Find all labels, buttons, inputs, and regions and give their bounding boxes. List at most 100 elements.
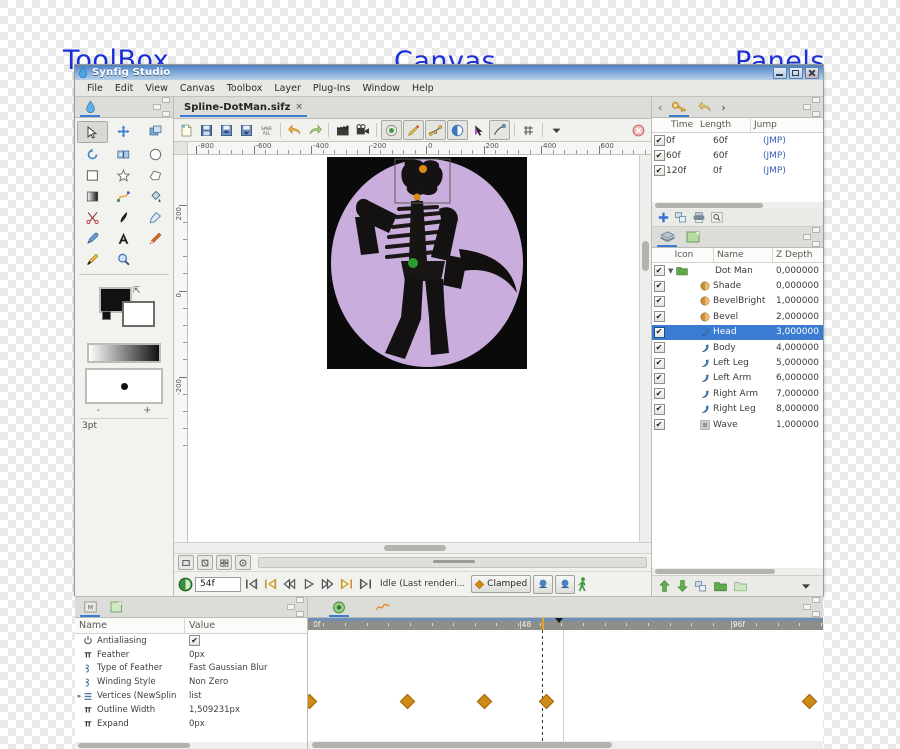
scrollbar-thumb[interactable]	[655, 203, 763, 208]
layer-enabled-checkbox[interactable]: ✔	[653, 357, 665, 369]
circle-tool[interactable]	[140, 144, 171, 164]
snap-toggle[interactable]	[403, 120, 424, 140]
time-cursor[interactable]	[542, 618, 545, 630]
menu-edit[interactable]: Edit	[109, 82, 139, 95]
transform-tool[interactable]	[77, 121, 108, 143]
param-row[interactable]: Type of Feather Fast Gaussian Blur	[75, 662, 307, 676]
layer-row[interactable]: ✔ Head 3,000000	[652, 324, 823, 340]
cutout-tool[interactable]	[77, 207, 108, 227]
layer-enabled-checkbox[interactable]: ✔	[653, 372, 665, 384]
panel-grip[interactable]	[803, 597, 821, 617]
document-tab[interactable]: Spline-DotMan.sifz ×	[178, 100, 309, 117]
param-row[interactable]: Expand 0px	[75, 717, 307, 731]
canvas-horizontal-scrollbar[interactable]	[174, 542, 651, 553]
menu-window[interactable]: Window	[356, 82, 405, 95]
eyedropper-tool[interactable]	[77, 228, 108, 248]
layer-row[interactable]: ✔ Shade 0,000000	[652, 278, 823, 293]
swap-colors-icon[interactable]: ⇱	[133, 286, 141, 296]
fill-tool[interactable]	[140, 186, 171, 206]
keyframe-jump-link[interactable]: (JMP)	[763, 151, 786, 161]
group-layer-icon[interactable]	[714, 581, 727, 592]
param-checkbox[interactable]: ✔	[189, 635, 200, 647]
show-grid-toggle[interactable]	[381, 120, 402, 140]
time-caret-icon[interactable]	[555, 618, 564, 623]
keyframes-hscrollbar[interactable]	[652, 202, 823, 209]
default-colors-icon[interactable]	[102, 311, 111, 320]
render-in-background-toggle[interactable]	[533, 574, 554, 594]
brush-size-field[interactable]: 3pt	[79, 418, 169, 433]
param-row[interactable]: Feather 0px	[75, 648, 307, 662]
menu-view[interactable]: View	[139, 82, 174, 95]
column-param-value[interactable]: Value	[184, 618, 307, 633]
param-value[interactable]: Non Zero	[189, 677, 307, 687]
gradient-preview[interactable]	[87, 343, 161, 363]
smooth-move-tool[interactable]	[109, 121, 140, 141]
timebar-range[interactable]	[308, 618, 823, 621]
layer-row[interactable]: ✔ Right Leg 8,000000	[652, 402, 823, 417]
keyframes-tab[interactable]	[666, 98, 692, 117]
waypoint[interactable]	[538, 693, 555, 710]
layer-row[interactable]: ✔ Left Leg 5,000000	[652, 355, 823, 370]
params-tab[interactable]: M	[77, 598, 103, 617]
keyframe-jump-link[interactable]: (JMP)	[763, 166, 786, 176]
seek-next-keyframe-button[interactable]	[338, 576, 355, 592]
layer-row[interactable]: ✔ Wave 1,000000	[652, 417, 823, 432]
rotate-tool[interactable]	[77, 144, 108, 164]
keyframe-enabled-checkbox[interactable]: ✔	[653, 165, 665, 176]
expander-caret-icon[interactable]: ▼	[668, 267, 673, 275]
param-value[interactable]: Fast Gaussian Blur	[189, 663, 307, 673]
star-tool[interactable]	[109, 165, 140, 185]
next-panel-button[interactable]: ›	[718, 101, 728, 114]
params-hscrollbar[interactable]	[75, 742, 307, 749]
layer-row[interactable]: ✔ Bevel 2,000000	[652, 309, 823, 324]
chevron-down-icon[interactable]	[547, 121, 566, 139]
onion-skin-toggle[interactable]	[447, 120, 468, 140]
menu-toolbox[interactable]: Toolbox	[221, 82, 269, 95]
menu-file[interactable]: File	[81, 82, 109, 95]
prev-panel-button[interactable]: ‹	[654, 101, 666, 114]
seek-begin-button[interactable]	[243, 576, 260, 592]
timetrack-ruler[interactable]: 0f |48 |96f	[308, 618, 823, 630]
menu-plugins[interactable]: Plug-Ins	[307, 82, 357, 95]
layer-enabled-checkbox[interactable]: ✔	[653, 326, 665, 338]
ungroup-layer-icon[interactable]	[734, 581, 747, 592]
timetrack-body[interactable]	[308, 630, 823, 741]
children-tab[interactable]	[103, 598, 129, 617]
rectangle-tool[interactable]	[77, 165, 108, 185]
layer-enabled-checkbox[interactable]: ✔	[653, 265, 665, 277]
brush-tool[interactable]	[77, 249, 108, 269]
brush-size-increase[interactable]: +	[143, 405, 151, 416]
menu-canvas[interactable]: Canvas	[174, 82, 221, 95]
duplicate-layer-icon[interactable]	[695, 580, 707, 592]
column-param-name[interactable]: Name	[75, 618, 184, 633]
save-all-button[interactable]	[237, 121, 256, 139]
draw-tool[interactable]	[109, 207, 140, 227]
param-row[interactable]: Outline Width 1,509231px	[75, 703, 307, 717]
gradient-tool[interactable]	[77, 186, 108, 206]
fit-canvas-button[interactable]	[178, 555, 194, 570]
new-file-button[interactable]	[177, 121, 196, 139]
timetrack-hscrollbar[interactable]	[308, 741, 823, 749]
layer-row[interactable]: ✔ BevelBright 1,000000	[652, 294, 823, 309]
keyframe-row[interactable]: ✔ 120f 0f (JMP)	[652, 163, 823, 178]
text-tool[interactable]	[109, 228, 140, 248]
render-button[interactable]	[333, 121, 352, 139]
seek-prev-keyframe-button[interactable]	[262, 576, 279, 592]
seek-prev-frame-button[interactable]	[281, 576, 298, 592]
canvas-vertical-scrollbar[interactable]	[639, 155, 651, 542]
bone-setup-button[interactable]	[216, 555, 232, 570]
layers-hscrollbar[interactable]	[652, 568, 823, 575]
grid-button[interactable]	[519, 121, 538, 139]
default-interpolation-select[interactable]: Clamped	[471, 575, 532, 593]
scrollbar-thumb[interactable]	[642, 241, 649, 271]
layer-enabled-checkbox[interactable]: ✔	[653, 295, 665, 307]
render-preview-toggle[interactable]	[555, 574, 576, 594]
close-icon[interactable]: ×	[295, 102, 303, 112]
layers-tab[interactable]	[654, 228, 680, 247]
param-value[interactable]: 1,509231px	[189, 705, 307, 715]
layer-enabled-checkbox[interactable]: ✔	[653, 280, 665, 292]
window-titlebar[interactable]: Synfig Studio	[75, 65, 823, 80]
keyframe-row[interactable]: ✔ 60f 60f (JMP)	[652, 148, 823, 163]
artboard[interactable]	[327, 157, 527, 369]
scrollbar-thumb[interactable]	[78, 743, 190, 748]
